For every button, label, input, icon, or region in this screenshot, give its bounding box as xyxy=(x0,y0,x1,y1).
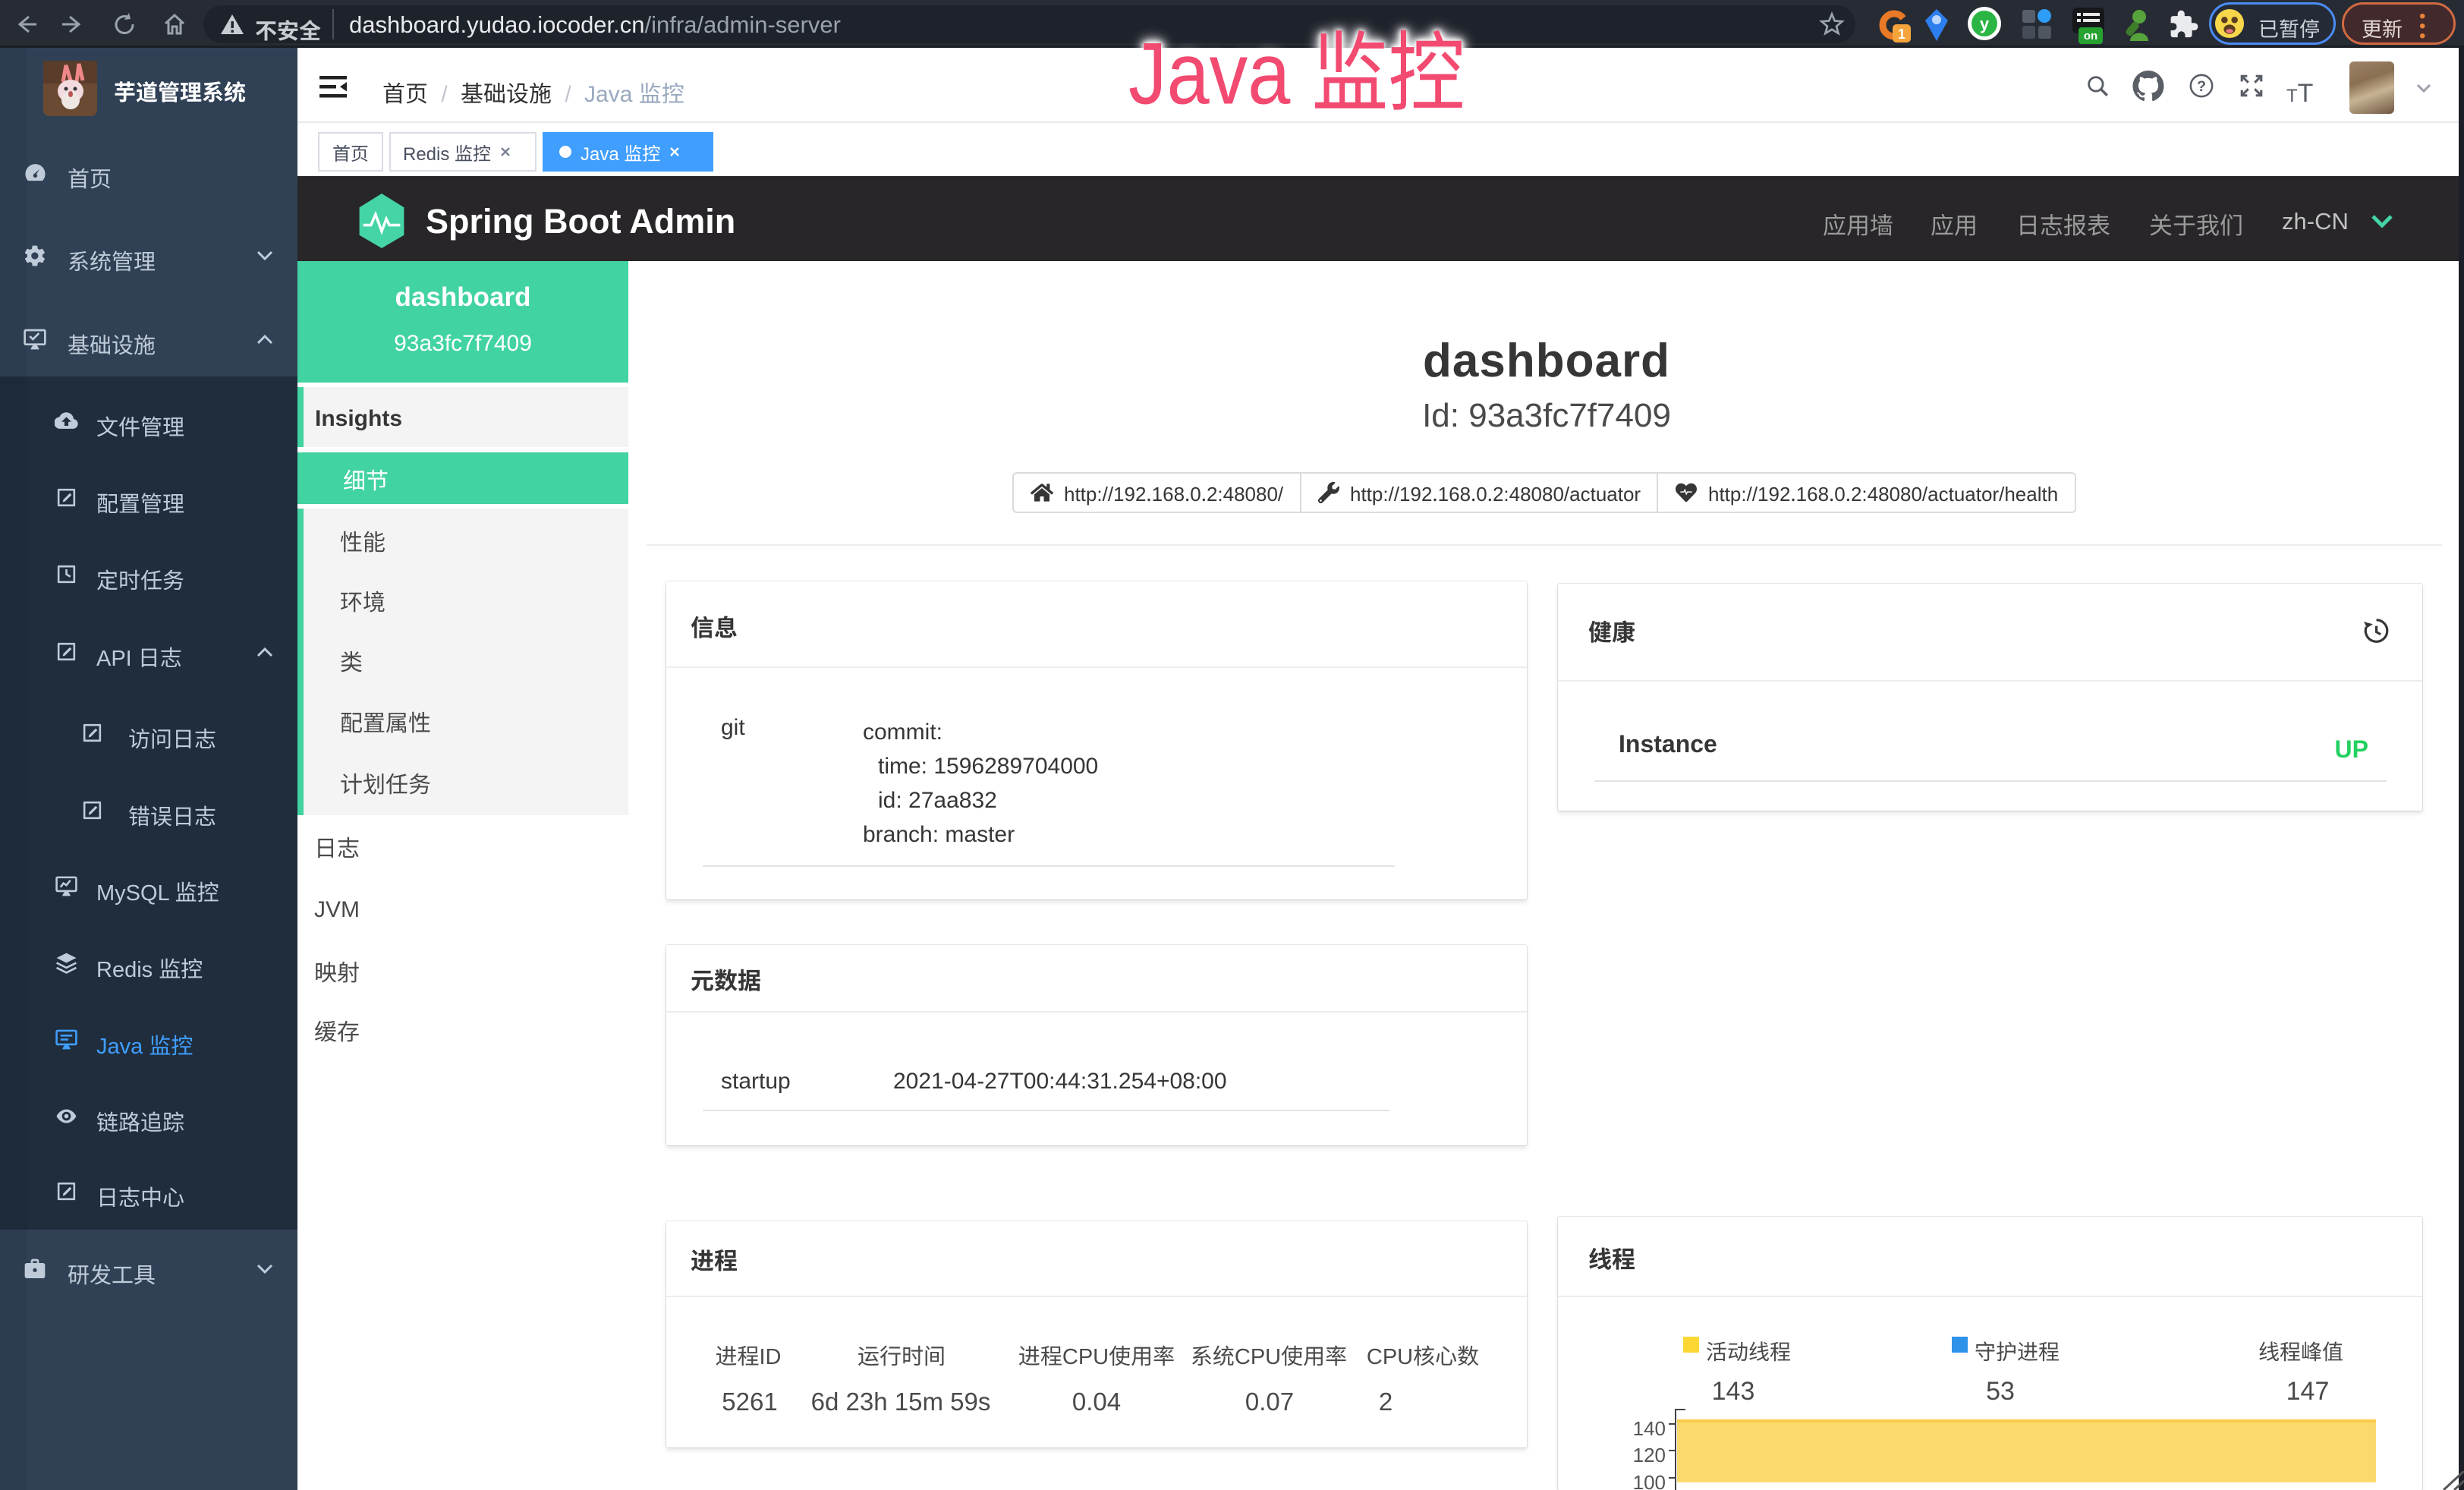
svg-text:on: on xyxy=(2084,27,2097,43)
svg-text:1: 1 xyxy=(1898,24,1905,43)
svg-text:y: y xyxy=(1980,11,1990,35)
svg-text:?: ? xyxy=(2197,74,2206,96)
